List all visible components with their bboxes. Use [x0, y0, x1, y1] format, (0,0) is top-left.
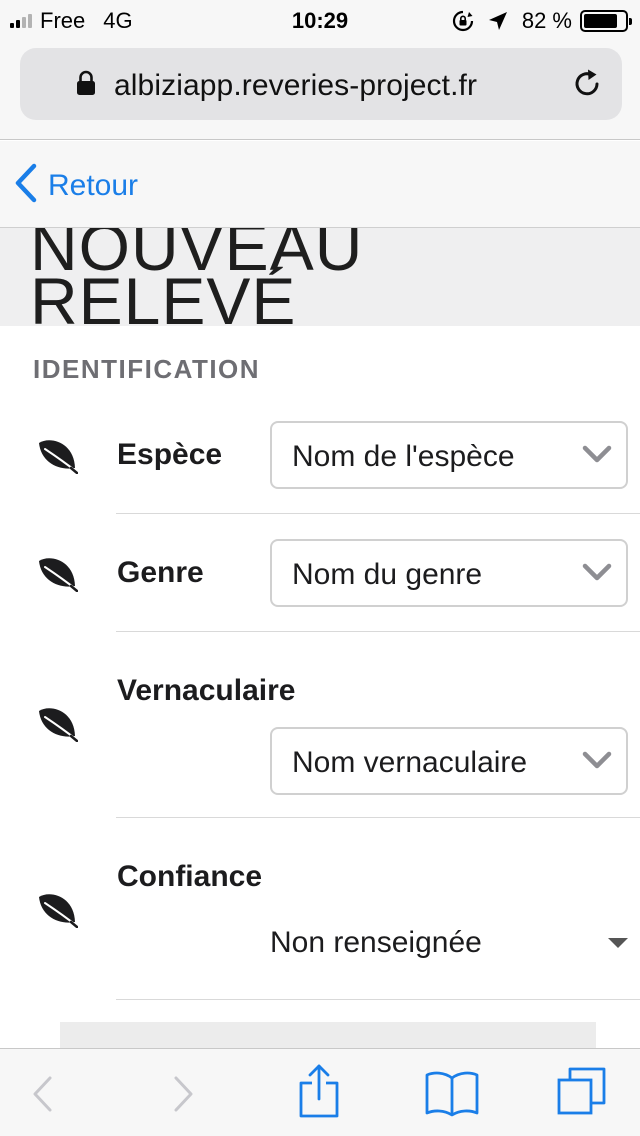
chevron-left-icon [14, 163, 38, 208]
leaf-icon [36, 706, 79, 747]
battery-level [584, 14, 617, 28]
confiance-label: Confiance [117, 860, 263, 893]
page-title: NOUVEAU RELEVÉ [30, 228, 364, 326]
espece-select-value: Nom de l'espèce [292, 440, 515, 473]
back-label: Retour [48, 168, 139, 202]
page-header: NOUVEAU RELEVÉ [0, 228, 640, 326]
leaf-icon [36, 438, 79, 479]
confiance-select-value: Non renseignée [270, 926, 482, 959]
browser-toolbar [0, 1048, 640, 1136]
row-divider [116, 513, 640, 514]
lock-icon [76, 70, 96, 101]
back-arrow-icon[interactable] [30, 1075, 54, 1118]
leaf-icon [36, 892, 79, 933]
chevron-down-icon [582, 445, 612, 470]
status-right: 82 % [452, 8, 632, 34]
row-divider [116, 817, 640, 818]
url-text: albiziapp.reveries-project.fr [114, 69, 478, 102]
location-icon [488, 11, 508, 31]
bookmarks-icon[interactable] [424, 1069, 480, 1122]
espece-select[interactable]: Nom de l'espèce [270, 421, 628, 489]
address-bar[interactable]: albiziapp.reveries-project.fr [20, 48, 622, 120]
caret-down-icon [608, 938, 628, 948]
genre-select[interactable]: Nom du genre [270, 539, 628, 607]
reload-icon[interactable] [572, 68, 604, 105]
battery-icon [580, 10, 632, 32]
espece-label: Espèce [117, 438, 223, 471]
orientation-lock-icon [452, 10, 474, 32]
navigation-bar: Retour [0, 141, 640, 228]
tabs-icon[interactable] [556, 1065, 608, 1122]
row-divider [116, 999, 640, 1000]
leaf-icon [36, 556, 79, 597]
vernaculaire-label: Vernaculaire [117, 674, 296, 707]
chevron-down-icon [582, 751, 612, 776]
back-button[interactable]: Retour [14, 163, 138, 208]
confiance-select[interactable]: Non renseignée [270, 926, 632, 966]
forward-arrow-icon[interactable] [172, 1075, 196, 1118]
section-title: IDENTIFICATION [33, 354, 261, 384]
chevron-down-icon [582, 563, 612, 588]
vernaculaire-select[interactable]: Nom vernaculaire [270, 727, 628, 795]
genre-label: Genre [117, 556, 204, 589]
browser-address-area: albiziapp.reveries-project.fr [0, 40, 640, 140]
vernaculaire-select-value: Nom vernaculaire [292, 746, 528, 779]
battery-percent: 82 % [521, 8, 572, 33]
status-bar: Free 4G 10:29 82 % [0, 0, 640, 40]
share-icon[interactable] [298, 1063, 340, 1124]
genre-select-value: Nom du genre [292, 558, 483, 591]
row-divider [116, 631, 640, 632]
